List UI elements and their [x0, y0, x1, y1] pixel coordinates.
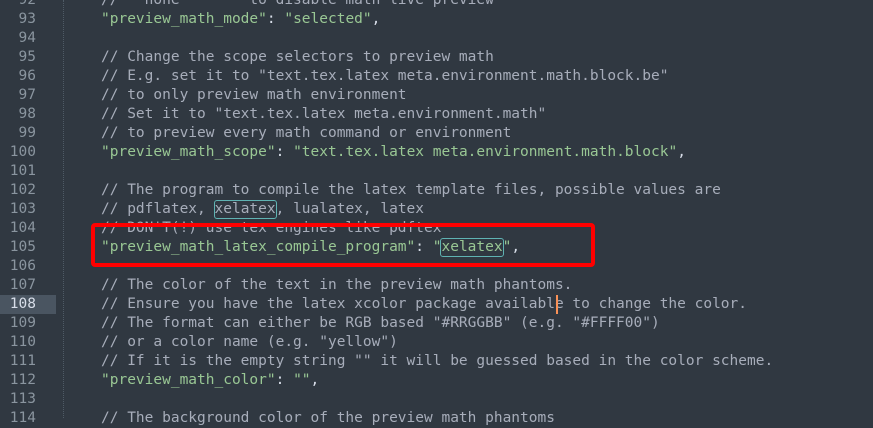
code-line[interactable]: 97 // to only preview math environment [0, 86, 873, 105]
code-line[interactable]: 113 [0, 390, 873, 409]
comment-token: // Change the scope selectors to preview… [101, 49, 494, 65]
code-line[interactable]: 107 // The color of the text in the previ… [0, 276, 873, 295]
code-text: // The color of the text in the preview … [101, 276, 572, 295]
code-text: // or a color name (e.g. "yellow") [101, 333, 398, 352]
code-text: "preview_math_scope": "text.tex.latex me… [101, 143, 686, 162]
annotation-highlight-box [91, 223, 595, 267]
code-line[interactable]: 95 // Change the scope selectors to previ… [0, 48, 873, 67]
punctuation-token: , [310, 372, 320, 388]
punctuation-token: : [266, 11, 285, 27]
string-token: "" [293, 372, 311, 388]
line-number: 106 [9, 258, 36, 274]
code-text: // The background color of the preview m… [101, 409, 555, 428]
line-number: 108 [9, 296, 36, 312]
comment-token: // If it is the empty string "" it will … [101, 353, 774, 369]
code-text: // to preview every math command or envi… [101, 124, 511, 143]
line-number: 103 [9, 201, 36, 217]
line-number: 97 [18, 87, 36, 103]
comment-token: // Ensure you have the latex xcolor pack… [101, 296, 748, 312]
code-text: // If it is the empty string "" it will … [101, 352, 773, 371]
line-number: 96 [18, 68, 36, 84]
code-line[interactable]: 94 [0, 29, 873, 48]
code-line[interactable]: 96 // E.g. set it to "text.tex.latex meta… [0, 67, 873, 86]
line-number: 101 [9, 163, 36, 179]
punctuation-token: , [677, 144, 686, 160]
line-number: 113 [9, 391, 36, 407]
string-token: "text.tex.latex meta.environment.math.bl… [293, 144, 678, 160]
line-number: 114 [9, 410, 36, 426]
code-line[interactable]: 108 // Ensure you have the latex xcolor p… [0, 295, 873, 314]
code-line[interactable]: 102 // The program to compile the latex t… [0, 181, 873, 200]
code-text: // to only preview math environment [101, 86, 407, 105]
comment-token: // The background color of the preview m… [101, 410, 555, 426]
line-number: 93 [18, 11, 36, 27]
code-line[interactable]: 99 // to preview every math command or en… [0, 124, 873, 143]
line-number: 100 [9, 144, 36, 160]
comment-token: // The color of the text in the preview … [101, 277, 573, 293]
string-token: "preview_math_mode" [101, 11, 267, 27]
code-line[interactable]: 110 // or a color name (e.g. "yellow") [0, 333, 873, 352]
code-text: // Change the scope selectors to preview… [101, 48, 494, 67]
comment-token: // The format can either be RGB based "#… [101, 315, 660, 331]
comment-token: // or a color name (e.g. "yellow") [101, 334, 398, 350]
code-editor[interactable]: 92 // "none" to disable math live preview… [0, 0, 873, 426]
comment-token: // to only preview math environment [101, 87, 407, 103]
code-line[interactable]: 98 // Set it to "text.tex.latex meta.envi… [0, 105, 873, 124]
comment-token: // "none" to disable math live preview [101, 0, 494, 8]
line-number: 94 [18, 30, 36, 46]
find-match-highlight: xelatex [213, 200, 277, 219]
punctuation-token: , [371, 11, 381, 27]
code-line[interactable]: 103 // pdflatex, xelatex, lualatex, latex [0, 200, 873, 219]
code-line[interactable]: 112 "preview_math_color": "", [0, 371, 873, 390]
code-text: // The program to compile the latex temp… [101, 181, 721, 200]
code-text: "preview_math_color": "", [101, 371, 319, 390]
line-number: 104 [9, 220, 36, 236]
text-cursor [556, 295, 558, 314]
code-text: // pdflatex, xelatex, lualatex, latex [101, 200, 424, 219]
line-number: 112 [9, 372, 36, 388]
code-line[interactable]: 100 "preview_math_scope": "text.tex.latex… [0, 143, 873, 162]
code-text: // Set it to "text.tex.latex meta.enviro… [101, 105, 546, 124]
line-number: 99 [18, 125, 36, 141]
comment-token: // to preview every math command or envi… [101, 125, 512, 141]
line-number: 98 [18, 106, 36, 122]
code-line[interactable]: 111 // If it is the empty string "" it wi… [0, 352, 873, 371]
code-text: // The format can either be RGB based "#… [101, 314, 660, 333]
line-number: 109 [9, 315, 36, 331]
line-number: 102 [9, 182, 36, 198]
code-line[interactable]: 92 // "none" to disable math live preview [0, 0, 873, 10]
comment-token: , lualatex, latex [275, 201, 425, 217]
code-text: // Ensure you have the latex xcolor pack… [101, 295, 747, 314]
line-number: 111 [9, 353, 36, 369]
line-number: 95 [18, 49, 36, 65]
code-line[interactable]: 114 // The background color of the previe… [0, 409, 873, 428]
code-text: // E.g. set it to "text.tex.latex meta.e… [101, 67, 668, 86]
comment-token: // pdflatex, [101, 201, 215, 217]
code-line[interactable]: 109 // The format can either be RGB based… [0, 314, 873, 333]
line-number: 92 [18, 0, 36, 8]
string-token: "preview_math_color" [101, 372, 276, 388]
line-number: 110 [9, 334, 36, 350]
punctuation-token: : [275, 144, 294, 160]
code-line[interactable]: 93 "preview_math_mode": "selected", [0, 10, 873, 29]
string-token: "selected" [284, 11, 372, 27]
line-number: 107 [9, 277, 36, 293]
comment-token: // The program to compile the latex temp… [101, 182, 721, 198]
code-line[interactable]: 101 [0, 162, 873, 181]
comment-token: // E.g. set it to "text.tex.latex meta.e… [101, 68, 669, 84]
line-number: 105 [9, 239, 36, 255]
punctuation-token: : [275, 372, 294, 388]
code-text: // "none" to disable math live preview [101, 0, 494, 10]
comment-token: // Set it to "text.tex.latex meta.enviro… [101, 106, 547, 122]
string-token: "preview_math_scope" [101, 144, 276, 160]
code-text: "preview_math_mode": "selected", [101, 10, 380, 29]
